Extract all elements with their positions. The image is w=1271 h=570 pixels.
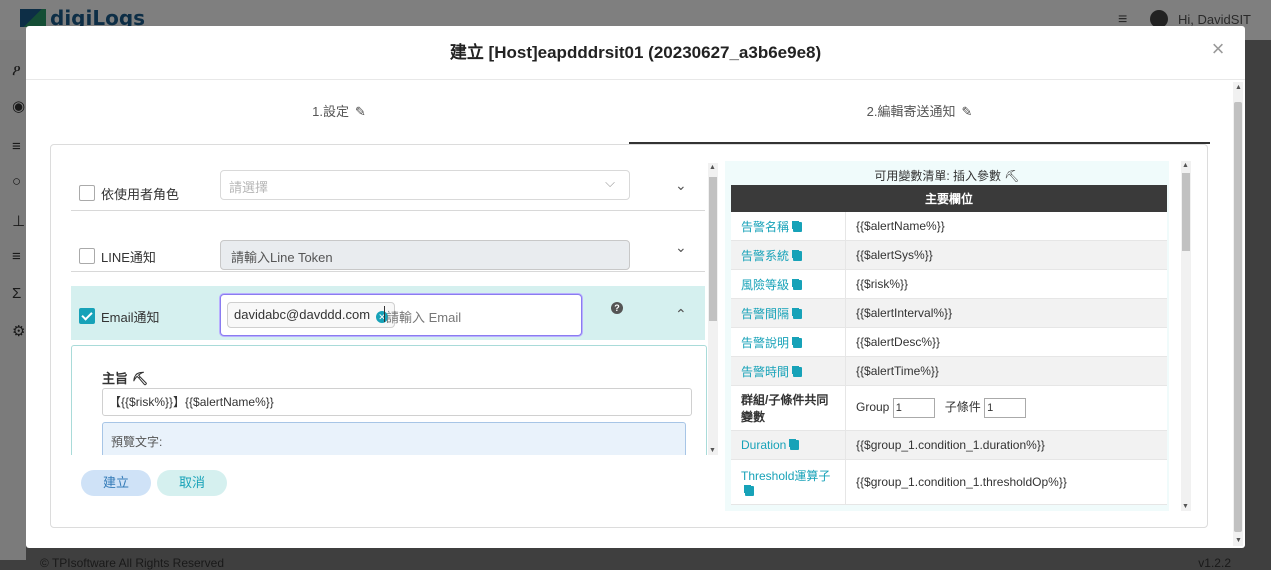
role-label: 依使用者角色 (101, 187, 180, 202)
line-notify-row: LINE通知 請輸入Line Token ⌄ (71, 225, 705, 272)
scroll-up-icon[interactable]: ▲ (1182, 162, 1189, 169)
modal-scrollbar[interactable]: ▲ ▼ (1233, 82, 1243, 546)
role-checkbox[interactable] (79, 185, 95, 201)
role-select-placeholder: 請選擇 (229, 180, 269, 195)
table-row: 風險等級 {{$risk%}} (731, 269, 1167, 299)
email-notify-row: Email通知 davidabc@davddd.com ✕ 請輸入 Email ?… (71, 286, 705, 340)
table-row: 告警時間 {{$alertTime%}} (731, 356, 1167, 386)
condition-input[interactable]: 1 (984, 398, 1027, 418)
email-checkbox[interactable] (79, 308, 95, 324)
table-row: 告警間隔 {{$alertInterval%}} (731, 298, 1167, 328)
pencil-icon: ✎ (354, 104, 366, 119)
notify-scrollbar[interactable]: ▲ ▼ (708, 163, 718, 455)
cancel-button[interactable]: 取消 (157, 470, 227, 496)
variables-table: 主要欄位 告警名稱 {{$alertName%}} 告警系統 {{$alertSys… (731, 185, 1167, 505)
scroll-down-icon[interactable]: ▼ (709, 447, 716, 454)
copy-icon[interactable] (790, 440, 800, 450)
notify-section: 依使用者角色 請選擇 ⌵ ⌄ LINE通知 請輸入Line Token ⌄ Em… (71, 163, 707, 455)
scroll-down-icon[interactable]: ▼ (1235, 537, 1242, 544)
email-tag: davidabc@davddd.com ✕ (227, 302, 396, 328)
modal-title: 建立 [Host]eapdddrsit01 (20230627_a3b6e9e8… (26, 26, 1245, 80)
scroll-up-icon[interactable]: ▲ (1235, 84, 1242, 91)
pencil-icon: ✎ (961, 104, 973, 119)
create-notification-modal: 建立 [Host]eapdddrsit01 (20230627_a3b6e9e8… (26, 26, 1245, 548)
copy-icon[interactable] (793, 221, 803, 232)
chevron-down-icon[interactable]: ⌄ (675, 239, 687, 256)
table-row: 告警說明 {{$alertDesc%}} (731, 327, 1167, 357)
line-token-placeholder: 請輸入Line Token (231, 250, 333, 265)
table-row: 告警系統 {{$alertSys%}} (731, 240, 1167, 270)
close-icon[interactable]: × (1207, 38, 1229, 61)
tab-settings[interactable]: 1.設定 ✎ (50, 80, 628, 144)
modal-scroll-thumb[interactable] (1234, 102, 1242, 532)
tab-edit-notification[interactable]: 2.編輯寄送通知 ✎ (629, 80, 1210, 144)
email-label: Email通知 (101, 310, 160, 325)
create-button[interactable]: 建立 (81, 470, 151, 496)
role-notify-row: 依使用者角色 請選擇 ⌵ ⌄ (71, 163, 705, 211)
paint-roller-icon[interactable]: ⛏ (132, 371, 149, 386)
variables-title: 可用變數清單: 插入參數 ⛏ (874, 169, 1020, 183)
variables-scrollbar[interactable]: ▲ ▼ (1181, 161, 1191, 511)
chevron-down-icon[interactable]: ⌄ (675, 177, 687, 194)
table-row: Duration {{$group_1.condition_1.duration%… (731, 430, 1167, 460)
content-frame: 依使用者角色 請選擇 ⌵ ⌄ LINE通知 請輸入Line Token ⌄ Em… (50, 144, 1208, 528)
copy-icon[interactable] (793, 308, 803, 319)
line-checkbox[interactable] (79, 248, 95, 264)
copy-icon[interactable] (745, 485, 754, 496)
subject-input[interactable]: 【{{$risk%}}】{{$alertName%}} (102, 388, 692, 416)
email-content-box: 主旨 ⛏ 【{{$risk%}}】{{$alertName%}} 預覽文字: (71, 345, 707, 455)
copy-icon[interactable] (793, 279, 803, 290)
variables-panel: 可用變數清單: 插入參數 ⛏ 主要欄位 告警名稱 {{$alertName%}} … (725, 161, 1169, 511)
group-row-label: 群組/子條件共同變數 (731, 385, 846, 431)
group-input[interactable]: 1 (892, 398, 935, 418)
table-row: 告警名稱 {{$alertName%}} (731, 212, 1167, 241)
email-input[interactable]: davidabc@davddd.com ✕ 請輸入 Email (220, 294, 582, 336)
step-tabs: 1.設定 ✎ 2.編輯寄送通知 ✎ (50, 80, 1210, 144)
chevron-up-icon[interactable]: ⌃ (675, 306, 687, 323)
group-row: 群組/子條件共同變數 Group 1 子條件 1 (731, 385, 1167, 431)
notify-scroll-thumb[interactable] (709, 177, 717, 321)
line-token-input[interactable]: 請輸入Line Token (220, 240, 630, 270)
copy-icon[interactable] (793, 337, 803, 348)
scroll-up-icon[interactable]: ▲ (709, 164, 716, 171)
table-row: Threshold運算子 {{$group_1.condition_1.thres… (731, 459, 1167, 505)
subject-label: 主旨 ⛏ (102, 371, 149, 386)
preview-label: 預覽文字: (111, 435, 163, 449)
variables-header: 主要欄位 (731, 185, 1167, 212)
help-icon[interactable]: ? (611, 302, 623, 314)
preview-box: 預覽文字: (102, 422, 686, 455)
scroll-down-icon[interactable]: ▼ (1182, 503, 1189, 510)
paint-roller-icon[interactable]: ⛏ (1004, 169, 1019, 183)
role-select[interactable]: 請選擇 ⌵ (220, 170, 630, 200)
chevron-down-icon: ⌵ (605, 175, 615, 190)
line-label: LINE通知 (101, 250, 156, 265)
copy-icon[interactable] (793, 366, 803, 377)
copy-icon[interactable] (793, 250, 803, 261)
variables-scroll-thumb[interactable] (1182, 173, 1190, 251)
email-placeholder: 請輸入 Email (383, 306, 461, 326)
